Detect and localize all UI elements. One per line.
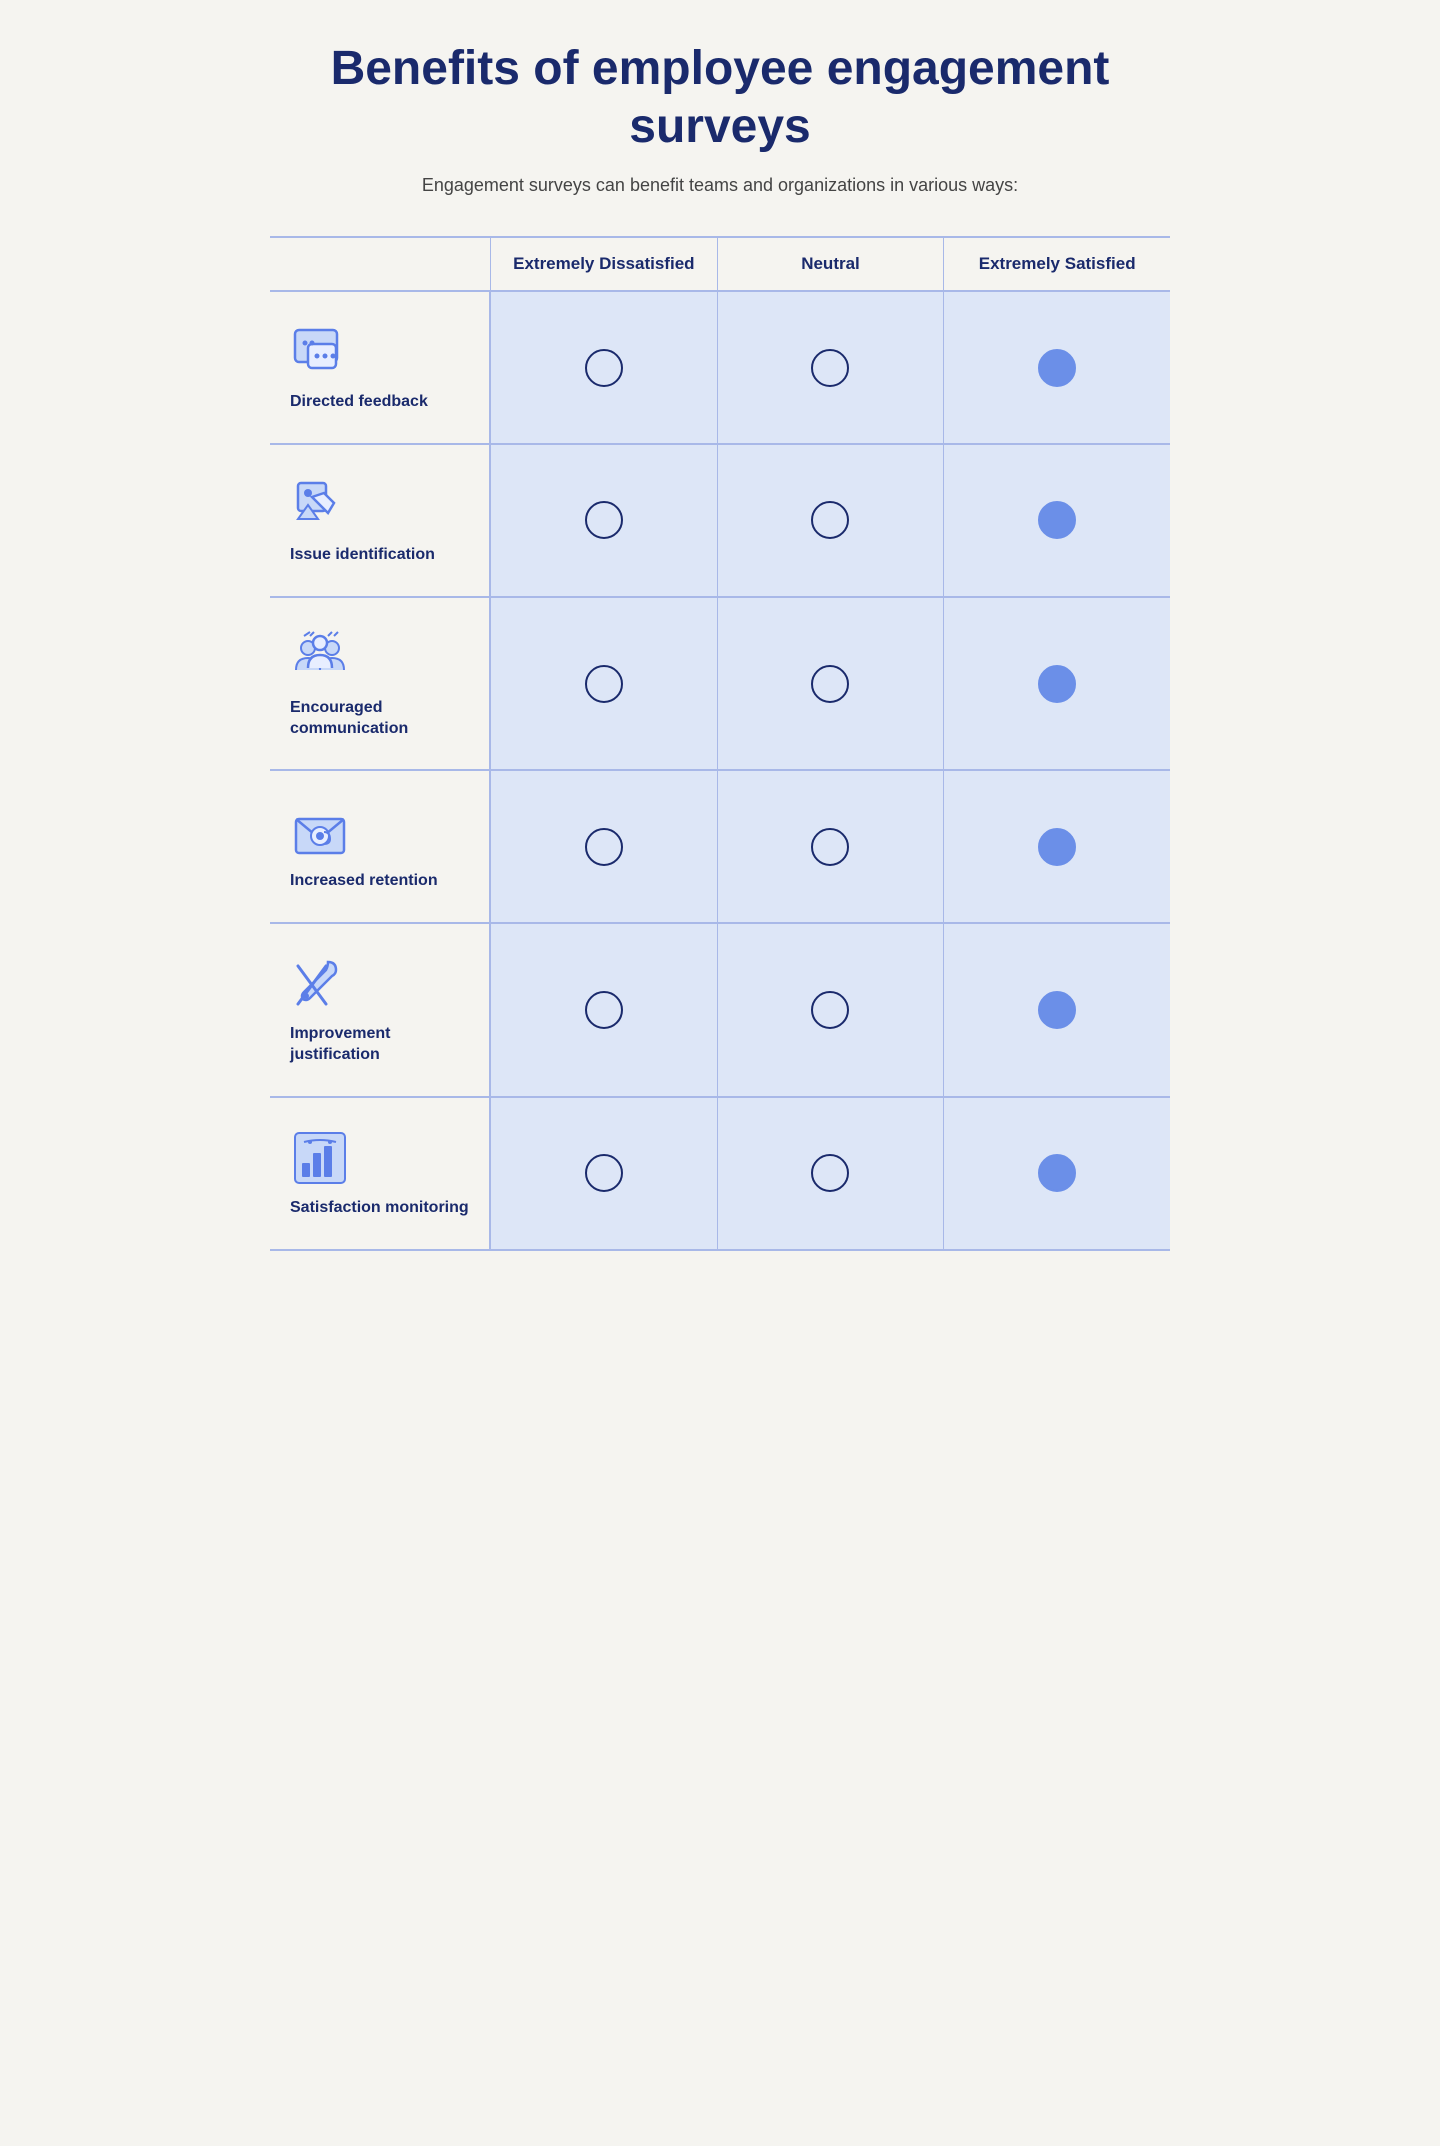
radio-cell-satisfied[interactable] — [943, 445, 1170, 596]
tools-icon — [290, 954, 350, 1014]
radio-cell-satisfied[interactable] — [943, 924, 1170, 1096]
radio-empty[interactable] — [585, 828, 623, 866]
table-header: Extremely Dissatisfied Neutral Extremely… — [270, 236, 1170, 290]
row-label-directed-feedback: Directed feedback — [270, 292, 490, 443]
row-label-satisfaction-monitoring: Satisfaction monitoring — [270, 1098, 490, 1249]
email-icon — [290, 801, 350, 861]
page-subtitle: Engagement surveys can benefit teams and… — [270, 175, 1170, 196]
radio-empty[interactable] — [811, 991, 849, 1029]
radio-filled[interactable] — [1038, 1154, 1076, 1192]
radio-cell-satisfied[interactable] — [943, 771, 1170, 922]
row-label-encouraged-communication: Encouraged communication — [270, 598, 490, 770]
radio-empty[interactable] — [585, 1154, 623, 1192]
radio-cell-satisfied[interactable] — [943, 598, 1170, 770]
people-icon — [290, 628, 350, 688]
table-row: Satisfaction monitoring — [270, 1096, 1170, 1251]
main-container: Benefits of employee engagement surveys … — [270, 40, 1170, 1251]
table-row: Directed feedback — [270, 290, 1170, 443]
radio-cell-neutral[interactable] — [717, 292, 944, 443]
radio-empty[interactable] — [585, 665, 623, 703]
radio-empty[interactable] — [585, 349, 623, 387]
radio-filled[interactable] — [1038, 991, 1076, 1029]
row-label-text: Increased retention — [290, 871, 438, 892]
radio-cell-neutral[interactable] — [717, 445, 944, 596]
radio-empty[interactable] — [811, 501, 849, 539]
header-col-dissatisfied: Extremely Dissatisfied — [490, 238, 717, 290]
radio-cell-dissatisfied[interactable] — [490, 598, 717, 770]
row-label-text: Issue identification — [290, 545, 435, 566]
page-title: Benefits of employee engagement surveys — [270, 40, 1170, 155]
radio-filled[interactable] — [1038, 665, 1076, 703]
row-label-issue-identification: Issue identification — [270, 445, 490, 596]
radio-cell-neutral[interactable] — [717, 924, 944, 1096]
radio-filled[interactable] — [1038, 501, 1076, 539]
row-label-text: Satisfaction monitoring — [290, 1198, 469, 1219]
radio-filled[interactable] — [1038, 349, 1076, 387]
table-row: Improvement justification — [270, 922, 1170, 1096]
radio-cell-dissatisfied[interactable] — [490, 771, 717, 922]
radio-empty[interactable] — [811, 349, 849, 387]
radio-empty[interactable] — [585, 991, 623, 1029]
radio-filled[interactable] — [1038, 828, 1076, 866]
header-col-satisfied: Extremely Satisfied — [943, 238, 1170, 290]
radio-cell-neutral[interactable] — [717, 598, 944, 770]
header-empty-col — [270, 238, 490, 290]
radio-empty[interactable] — [811, 828, 849, 866]
radio-cell-satisfied[interactable] — [943, 292, 1170, 443]
radio-cell-dissatisfied[interactable] — [490, 924, 717, 1096]
radio-cell-dissatisfied[interactable] — [490, 1098, 717, 1249]
radio-cell-dissatisfied[interactable] — [490, 292, 717, 443]
radio-cell-neutral[interactable] — [717, 771, 944, 922]
header-col-neutral: Neutral — [717, 238, 944, 290]
radio-cell-satisfied[interactable] — [943, 1098, 1170, 1249]
chart-icon — [290, 1128, 350, 1188]
chat-icon — [290, 322, 350, 382]
benefits-table: Extremely Dissatisfied Neutral Extremely… — [270, 236, 1170, 1250]
table-row: Issue identification — [270, 443, 1170, 596]
issue-icon — [290, 475, 350, 535]
radio-empty[interactable] — [811, 665, 849, 703]
radio-empty[interactable] — [585, 501, 623, 539]
row-label-text: Improvement justification — [290, 1024, 469, 1066]
row-label-increased-retention: Increased retention — [270, 771, 490, 922]
table-row: Encouraged communication — [270, 596, 1170, 770]
radio-empty[interactable] — [811, 1154, 849, 1192]
radio-cell-dissatisfied[interactable] — [490, 445, 717, 596]
row-label-improvement-justification: Improvement justification — [270, 924, 490, 1096]
row-label-text: Directed feedback — [290, 392, 428, 413]
row-label-text: Encouraged communication — [290, 698, 469, 740]
radio-cell-neutral[interactable] — [717, 1098, 944, 1249]
table-row: Increased retention — [270, 769, 1170, 922]
